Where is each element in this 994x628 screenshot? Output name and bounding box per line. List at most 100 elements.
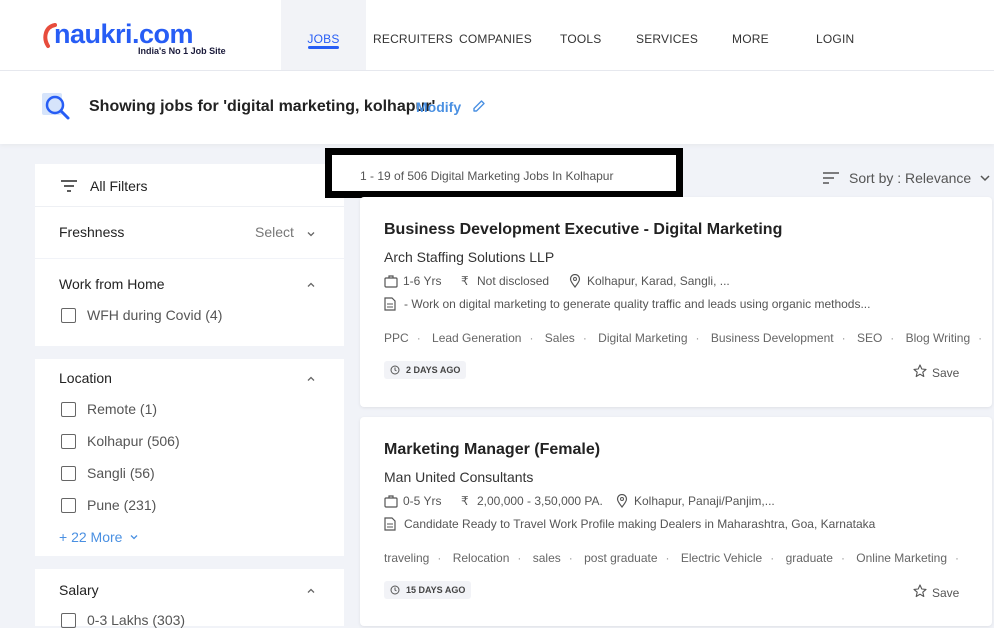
chevron-down-icon: [130, 535, 138, 540]
tag-separator: ·: [890, 331, 895, 345]
nav-tools[interactable]: TOOLS: [560, 0, 601, 70]
skill-tag: Relocation: [452, 551, 510, 565]
clock-history-icon: [390, 365, 400, 375]
skill-tag: PPC: [384, 331, 409, 345]
chevron-up-icon[interactable]: [306, 374, 316, 384]
posted-age-badge: 2 DAYS AGO: [384, 361, 467, 379]
filter-panel: All Filters Freshness Select Work from H…: [35, 164, 344, 628]
location: Kolhapur, Karad, Sangli, ...: [587, 274, 730, 288]
checkbox[interactable]: [61, 498, 76, 513]
nav-companies[interactable]: COMPANIES: [459, 0, 532, 70]
freshness-select[interactable]: Select: [255, 224, 294, 240]
location-pin-icon: [569, 274, 581, 288]
tag-separator: ·: [665, 551, 670, 565]
option-count: (231): [123, 497, 157, 513]
briefcase-icon: [384, 275, 398, 288]
tag-separator: ·: [955, 551, 959, 565]
location-pin-icon: [616, 494, 628, 508]
location-option-remote[interactable]: Remote (1): [61, 401, 157, 417]
more-label: + 22 More: [59, 529, 123, 545]
checkbox[interactable]: [61, 466, 76, 481]
salary-section: Salary 0-3 Lakhs (303): [35, 569, 344, 628]
company-name[interactable]: Man United Consultants: [384, 469, 533, 485]
job-card[interactable]: Marketing Manager (Female) Man United Co…: [360, 417, 992, 626]
save-job-button[interactable]: Save: [932, 366, 959, 380]
freshness-title: Freshness: [59, 224, 125, 240]
nav-login[interactable]: LOGIN: [816, 0, 854, 70]
company-name[interactable]: Arch Staffing Solutions LLP: [384, 249, 554, 265]
checkbox[interactable]: [61, 308, 76, 323]
all-filters-label: All Filters: [90, 178, 148, 194]
posted-age-label: 15 DAYS AGO: [406, 585, 466, 595]
salary: 2,00,000 - 3,50,000 PA.: [477, 494, 603, 508]
save-job-button[interactable]: Save: [932, 586, 959, 600]
salary-title: Salary: [59, 582, 99, 598]
posted-age-badge: 15 DAYS AGO: [384, 581, 472, 599]
search-summary-band: Showing jobs for 'digital marketing, kol…: [0, 71, 994, 144]
wfh-title: Work from Home: [59, 276, 165, 292]
wfh-option[interactable]: WFH during Covid (4): [61, 307, 222, 323]
top-header: naukri.com India's No 1 Job Site JOBS RE…: [0, 0, 994, 71]
freshness-section: Freshness Select: [35, 207, 344, 258]
skill-tag: post graduate: [584, 551, 658, 565]
checkbox[interactable]: [61, 402, 76, 417]
job-title[interactable]: Marketing Manager (Female): [384, 441, 600, 459]
skill-tag: SEO: [856, 331, 883, 345]
location-title: Location: [59, 370, 112, 386]
wfh-section: Work from Home WFH during Covid (4): [35, 259, 344, 346]
skill-tag: Sales: [544, 331, 575, 345]
option-count: (56): [129, 465, 155, 481]
salary: Not disclosed: [477, 274, 550, 288]
sort-lines-icon[interactable]: [823, 171, 839, 185]
sort-dropdown[interactable]: Sort by : Relevance: [849, 170, 971, 186]
job-description: Candidate Ready to Travel Work Profile m…: [404, 517, 876, 531]
chevron-down-icon[interactable]: [979, 173, 991, 183]
experience: 0-5 Yrs: [403, 494, 442, 508]
chevron-up-icon[interactable]: [306, 586, 316, 596]
location-option-sangli[interactable]: Sangli (56): [61, 465, 155, 481]
nav-active-underline: [308, 46, 339, 49]
checkbox[interactable]: [61, 434, 76, 449]
job-title[interactable]: Business Development Executive - Digital…: [384, 221, 782, 239]
results-count-text: 1 - 19 of 506 Digital Marketing Jobs In …: [360, 169, 614, 183]
star-icon[interactable]: [913, 584, 927, 598]
rupee-icon: ₹: [461, 274, 469, 288]
location-option-kolhapur[interactable]: Kolhapur (506): [61, 433, 180, 449]
tag-separator: ·: [841, 331, 846, 345]
nav-services[interactable]: SERVICES: [636, 0, 698, 70]
tag-separator: ·: [568, 551, 573, 565]
location: Kolhapur, Panaji/Panjim,...: [634, 494, 775, 508]
search-magnifier-icon: [42, 93, 70, 120]
all-filters-header[interactable]: All Filters: [35, 164, 344, 206]
location-more-link[interactable]: + 22 More: [59, 529, 139, 545]
skill-tag: Blog Writing: [905, 331, 971, 345]
chevron-up-icon[interactable]: [306, 280, 316, 290]
tag-separator: ·: [529, 331, 534, 345]
skill-tag: Business Development: [710, 331, 834, 345]
nav-recruiters[interactable]: RECRUITERS: [373, 0, 453, 70]
nav-more[interactable]: MORE: [732, 0, 769, 70]
job-card[interactable]: Business Development Executive - Digital…: [360, 197, 992, 407]
option-count: (506): [146, 433, 180, 449]
pencil-icon[interactable]: [471, 98, 487, 114]
chevron-down-icon[interactable]: [306, 229, 316, 239]
experience: 1-6 Yrs: [403, 274, 442, 288]
posted-age-label: 2 DAYS AGO: [406, 365, 461, 375]
option-label: Remote: [87, 401, 137, 417]
option-label: WFH during Covid: [87, 307, 202, 323]
option-count: (1): [139, 401, 158, 417]
naukri-logo[interactable]: naukri.com India's No 1 Job Site: [43, 18, 234, 58]
document-icon: [384, 297, 396, 311]
option-label: Kolhapur: [87, 433, 144, 449]
option-count: (4): [205, 307, 223, 323]
skill-tag: sales: [532, 551, 561, 565]
nav-jobs[interactable]: JOBS: [281, 0, 366, 70]
option-label: Sangli: [87, 465, 126, 481]
document-icon: [384, 517, 396, 531]
skill-tag: Electric Vehicle: [680, 551, 763, 565]
location-option-pune[interactable]: Pune (231): [61, 497, 156, 513]
modify-search-link[interactable]: Modify: [416, 99, 461, 115]
logo-tagline: India's No 1 Job Site: [138, 46, 226, 56]
star-icon[interactable]: [913, 364, 927, 378]
filter-lines-icon: [61, 180, 77, 192]
